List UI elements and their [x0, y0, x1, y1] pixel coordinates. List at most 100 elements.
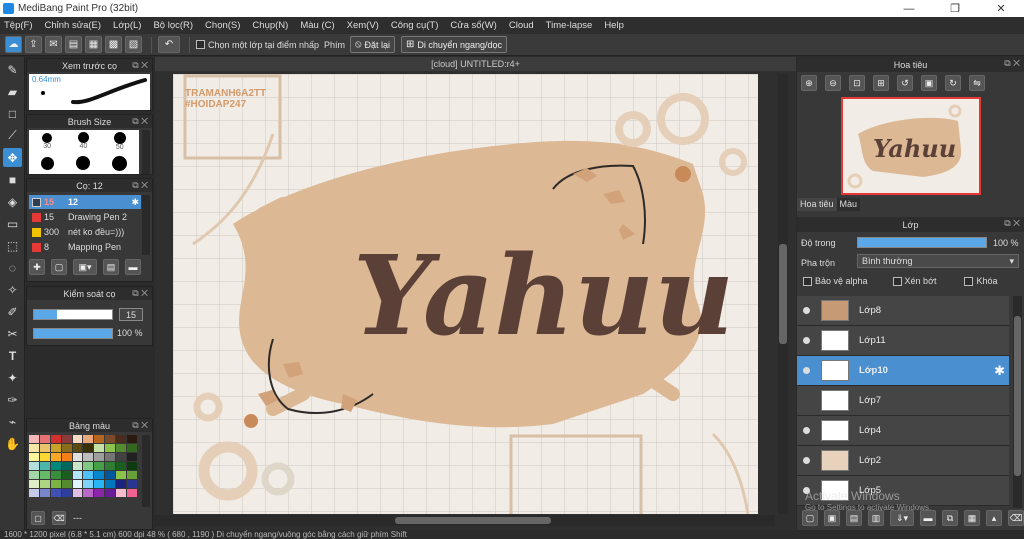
color-swatch[interactable] — [29, 444, 39, 452]
color-swatch[interactable] — [127, 435, 137, 443]
undo-icon[interactable]: ↶ — [158, 36, 180, 53]
menu-timelapse[interactable]: Time-lapse — [546, 20, 593, 31]
brush-list-item[interactable]: 8 Mapping Pen — [29, 240, 141, 254]
merge-down-icon[interactable]: ⇓▾ — [890, 510, 914, 526]
maximize-button[interactable]: ❐ — [932, 0, 978, 17]
color-swatch[interactable] — [61, 489, 72, 497]
canvas-tab[interactable]: [cloud] UNTITLED:r4+ — [155, 57, 796, 71]
eraser-tool-icon[interactable]: ▰ — [3, 82, 22, 101]
color-swatch[interactable] — [50, 489, 61, 497]
color-swatch[interactable] — [127, 453, 137, 461]
color-swatch[interactable] — [39, 471, 50, 479]
color-swatch[interactable] — [39, 462, 50, 470]
new-palette-icon[interactable]: ▢ — [31, 511, 45, 525]
menu-help[interactable]: Help — [604, 20, 624, 31]
color-swatch[interactable] — [39, 444, 50, 452]
expand-icon[interactable]: ⧉ ✕ — [132, 180, 148, 191]
scroll-thumb[interactable] — [779, 244, 787, 344]
pages-icon[interactable]: ▧ — [125, 36, 142, 53]
move-axis-button[interactable]: ⊞ Di chuyển ngang/dọc — [401, 36, 507, 53]
eyedropper-icon[interactable]: ⌁ — [3, 412, 22, 431]
fill-rect-tool-icon[interactable]: ■ — [3, 170, 22, 189]
scrollbar[interactable] — [1013, 296, 1022, 508]
operation-tool-icon[interactable]: ✦ — [3, 368, 22, 387]
layer-row[interactable]: Lớp2 — [797, 446, 1009, 476]
new-brush-icon[interactable]: ▢ — [51, 259, 67, 275]
color-swatch[interactable] — [105, 453, 116, 461]
color-swatch[interactable] — [50, 480, 61, 488]
color-swatch[interactable] — [127, 471, 137, 479]
color-swatch[interactable] — [116, 471, 127, 479]
cloud-icon[interactable]: ☁ — [5, 36, 22, 53]
zoom-in-icon[interactable]: ⊕ — [801, 75, 817, 91]
menu-edit[interactable]: Chỉnh sửa(E) — [45, 20, 102, 31]
layer-row[interactable]: Lớp10 ✱ — [797, 356, 1009, 386]
brush-size-cell[interactable] — [102, 152, 138, 174]
expand-icon[interactable]: ⧉ ✕ — [132, 420, 148, 431]
color-swatch[interactable] — [29, 480, 39, 488]
scroll-thumb[interactable] — [395, 517, 551, 524]
color-swatch[interactable] — [72, 471, 83, 479]
move-tool-icon[interactable]: ✥ — [3, 148, 22, 167]
menu-color[interactable]: Màu (C) — [300, 20, 334, 31]
brush-opacity-slider[interactable] — [33, 328, 113, 339]
brush-size-cell[interactable]: 50 — [102, 130, 138, 152]
lasso-tool-icon[interactable]: ◌ — [3, 258, 22, 277]
menu-filter[interactable]: Bộ lọc(R) — [153, 20, 193, 31]
color-swatch[interactable] — [39, 489, 50, 497]
color-swatch[interactable] — [39, 480, 50, 488]
reset-view-icon[interactable]: ▣ — [921, 75, 937, 91]
visibility-icon[interactable] — [803, 367, 810, 374]
rotate-left-icon[interactable]: ↺ — [897, 75, 913, 91]
comment-icon[interactable]: ✉ — [45, 36, 62, 53]
minimize-button[interactable]: — — [886, 0, 932, 17]
color-swatch[interactable] — [94, 453, 105, 461]
color-swatch[interactable] — [29, 489, 39, 497]
visibility-icon[interactable] — [803, 457, 810, 464]
color-swatch[interactable] — [105, 444, 116, 452]
bucket-tool-icon[interactable]: ◈ — [3, 192, 22, 211]
new-layer-icon[interactable]: ▢ — [802, 510, 818, 526]
zoom-out-icon[interactable]: ⊖ — [825, 75, 841, 91]
vertical-scrollbar[interactable] — [778, 74, 788, 514]
color-swatch[interactable] — [72, 462, 83, 470]
color-swatch[interactable] — [50, 453, 61, 461]
menu-view[interactable]: Xem(V) — [347, 20, 379, 31]
visibility-icon[interactable] — [803, 427, 810, 434]
dropper-tool-icon[interactable]: ✑ — [3, 390, 22, 409]
layer-row[interactable]: Lớp8 — [797, 296, 1009, 326]
expand-icon[interactable]: ⧉ ✕ — [132, 116, 148, 127]
duplicate-layer-icon[interactable]: ⧉ — [942, 510, 958, 526]
brush-size-input[interactable]: 15 — [119, 308, 143, 321]
color-swatch[interactable] — [127, 462, 137, 470]
color-swatch[interactable] — [105, 462, 116, 470]
visibility-icon[interactable] — [803, 307, 810, 314]
color-swatch[interactable] — [72, 435, 83, 443]
layer-opacity-slider[interactable] — [857, 237, 987, 248]
color-swatch[interactable] — [105, 471, 116, 479]
expand-icon[interactable]: ⧉ ✕ — [1004, 58, 1020, 69]
menu-layer[interactable]: Lớp(L) — [113, 20, 141, 31]
color-swatch[interactable] — [83, 444, 94, 452]
navigator-preview[interactable]: Yahuu — [841, 97, 981, 195]
horizontal-scrollbar[interactable] — [155, 515, 775, 526]
close-button[interactable]: ✕ — [978, 0, 1024, 17]
reset-button[interactable]: ⦸ Đặt lại — [349, 36, 396, 53]
blend-mode-select[interactable]: Bình thường ▾ — [857, 254, 1019, 268]
expand-icon[interactable]: ⧉ ✕ — [132, 60, 148, 71]
color-swatch[interactable] — [94, 471, 105, 479]
color-swatch[interactable] — [83, 489, 94, 497]
color-swatch[interactable] — [116, 453, 127, 461]
color-swatch[interactable] — [116, 444, 127, 452]
menu-tools[interactable]: Công cụ(T) — [391, 20, 439, 31]
gear-icon[interactable]: ✱ — [994, 363, 1005, 379]
add-brush-icon[interactable]: ✚ — [29, 259, 45, 275]
color-swatch[interactable] — [61, 444, 72, 452]
menu-select[interactable]: Chọn(S) — [205, 20, 240, 31]
folder-icon[interactable]: ▬ — [920, 510, 936, 526]
color-swatch[interactable] — [39, 453, 50, 461]
actual-size-icon[interactable]: ⊞ — [873, 75, 889, 91]
checkbox-icon[interactable] — [892, 276, 902, 286]
color-swatch[interactable] — [72, 453, 83, 461]
brush-list-item[interactable]: 300 nét ko đều=))) — [29, 225, 141, 239]
